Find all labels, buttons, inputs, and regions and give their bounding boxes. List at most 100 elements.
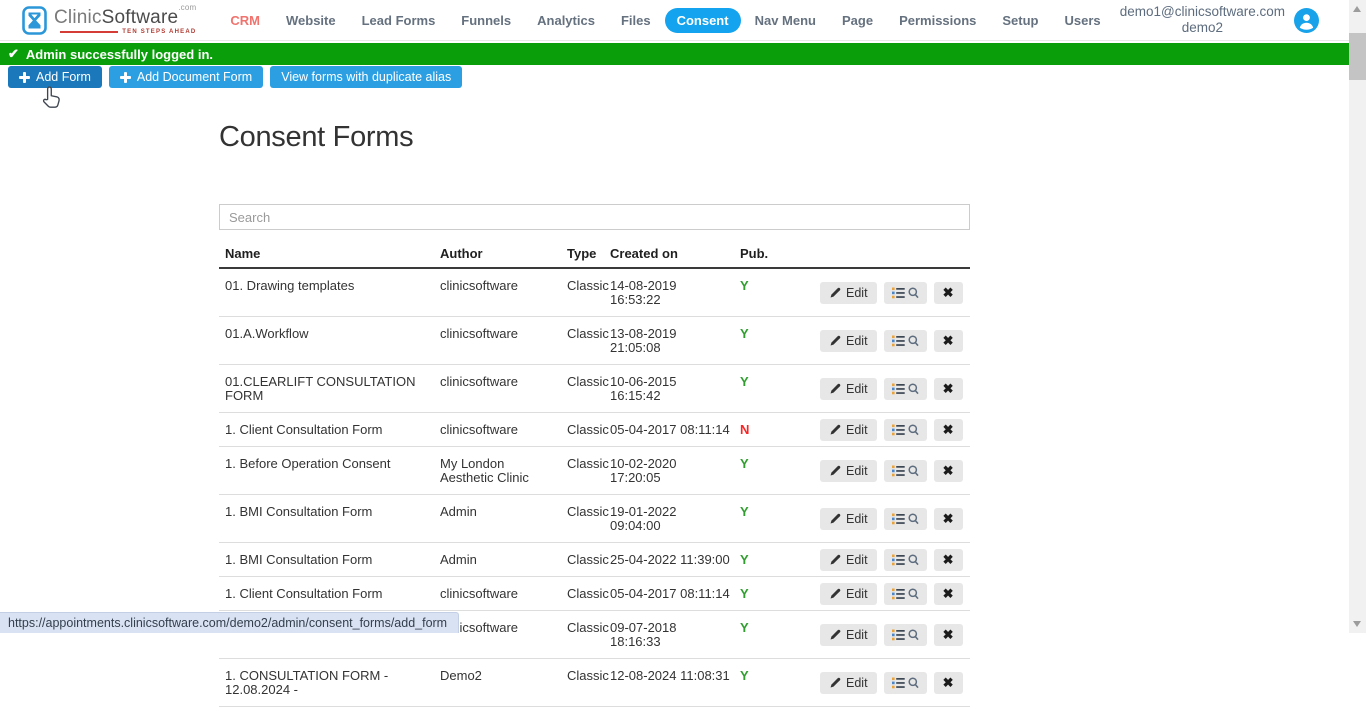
form-name: 1. BMI Consultation Form <box>219 495 434 542</box>
table-row: 1. BMI Consultation Form Admin Classic 2… <box>219 543 970 577</box>
list-search-button[interactable] <box>884 583 927 605</box>
edit-button[interactable]: Edit <box>820 330 877 352</box>
edit-button[interactable]: Edit <box>820 508 877 530</box>
scrollbar-thumb[interactable] <box>1349 33 1366 80</box>
statusbar-url: https://appointments.clinicsoftware.com/… <box>8 616 447 630</box>
nav-item-nav-menu[interactable]: Nav Menu <box>743 8 828 33</box>
magnifier-icon <box>908 465 919 477</box>
link-preview-statusbar: https://appointments.clinicsoftware.com/… <box>0 612 459 633</box>
view-duplicate-alias-button[interactable]: View forms with duplicate alias <box>270 66 462 88</box>
delete-button[interactable]: ✖ <box>934 419 963 441</box>
list-icon <box>892 588 905 600</box>
form-published-flag: Y <box>734 365 820 412</box>
row-actions: Edit ✖ <box>820 495 971 542</box>
delete-button[interactable]: ✖ <box>934 508 963 530</box>
magnifier-icon <box>908 383 919 395</box>
scroll-down-arrow-icon[interactable] <box>1353 621 1361 627</box>
edit-button[interactable]: Edit <box>820 624 877 646</box>
add-document-form-button[interactable]: Add Document Form <box>109 66 263 88</box>
form-type: Classic <box>561 543 604 576</box>
column-header-name: Name <box>219 240 434 267</box>
close-icon: ✖ <box>943 422 954 438</box>
top-navbar: ClinicSoftware.com TEN STEPS AHEAD CRM W… <box>0 0 1349 41</box>
nav-item-crm[interactable]: CRM <box>218 8 272 33</box>
form-type: Classic <box>561 611 604 658</box>
pencil-icon <box>829 554 841 566</box>
nav-item-lead-forms[interactable]: Lead Forms <box>350 8 448 33</box>
nav-item-page[interactable]: Page <box>830 8 885 33</box>
nav-item-setup[interactable]: Setup <box>990 8 1050 33</box>
edit-button[interactable]: Edit <box>820 282 877 304</box>
delete-button[interactable]: ✖ <box>934 672 963 694</box>
list-search-button[interactable] <box>884 624 927 646</box>
nav-item-website[interactable]: Website <box>274 8 348 33</box>
form-published-flag: N <box>734 413 820 446</box>
edit-button[interactable]: Edit <box>820 378 877 400</box>
form-type: Classic <box>561 365 604 412</box>
delete-button[interactable]: ✖ <box>934 583 963 605</box>
list-search-button[interactable] <box>884 460 927 482</box>
edit-button[interactable]: Edit <box>820 419 877 441</box>
edit-button[interactable]: Edit <box>820 460 877 482</box>
delete-button[interactable]: ✖ <box>934 282 963 304</box>
toolbar: Add Form Add Document Form View forms wi… <box>0 66 1366 88</box>
form-published-flag: Y <box>734 577 820 610</box>
nav-item-analytics[interactable]: Analytics <box>525 8 607 33</box>
add-form-button[interactable]: Add Form <box>8 66 102 88</box>
list-search-button[interactable] <box>884 508 927 530</box>
form-type: Classic <box>561 447 604 494</box>
delete-button[interactable]: ✖ <box>934 549 963 571</box>
edit-button[interactable]: Edit <box>820 672 877 694</box>
pencil-icon <box>829 513 841 525</box>
pencil-icon <box>829 677 841 689</box>
nav-item-files[interactable]: Files <box>609 8 663 33</box>
list-search-button[interactable] <box>884 282 927 304</box>
magnifier-icon <box>908 629 919 641</box>
edit-button[interactable]: Edit <box>820 583 877 605</box>
form-published-flag: Y <box>734 317 820 364</box>
form-type: Classic <box>561 317 604 364</box>
list-search-button[interactable] <box>884 672 927 694</box>
edit-button[interactable]: Edit <box>820 549 877 571</box>
nav-item-permissions[interactable]: Permissions <box>887 8 988 33</box>
close-icon: ✖ <box>943 333 954 349</box>
form-type: Classic <box>561 577 604 610</box>
table-row: 1. Client Consultation Form clinicsoftwa… <box>219 577 970 611</box>
close-icon: ✖ <box>943 285 954 301</box>
close-icon: ✖ <box>943 675 954 691</box>
vertical-scrollbar[interactable] <box>1349 0 1366 633</box>
delete-button[interactable]: ✖ <box>934 378 963 400</box>
table-body: 01. Drawing templates clinicsoftware Cla… <box>219 269 970 707</box>
row-actions: Edit ✖ <box>820 659 971 706</box>
form-published-flag: Y <box>734 543 820 576</box>
scroll-up-arrow-icon[interactable] <box>1353 6 1361 12</box>
delete-button[interactable]: ✖ <box>934 330 963 352</box>
list-search-button[interactable] <box>884 549 927 571</box>
plus-icon <box>120 72 131 83</box>
search-input[interactable] <box>219 204 970 230</box>
user-avatar-icon[interactable] <box>1294 8 1319 33</box>
list-search-button[interactable] <box>884 378 927 400</box>
nav-item-funnels[interactable]: Funnels <box>449 8 523 33</box>
delete-button[interactable]: ✖ <box>934 460 963 482</box>
pencil-icon <box>829 287 841 299</box>
form-created-on: 10-06-2015 16:15:42 <box>604 365 734 412</box>
row-actions: Edit ✖ <box>820 317 971 364</box>
delete-button[interactable]: ✖ <box>934 624 963 646</box>
nav-item-users[interactable]: Users <box>1053 8 1113 33</box>
hand-cursor-icon <box>39 84 62 111</box>
list-icon <box>892 335 905 347</box>
brand-logo[interactable]: ClinicSoftware.com TEN STEPS AHEAD <box>22 5 196 35</box>
pencil-icon <box>829 465 841 477</box>
form-created-on: 09-07-2018 18:16:33 <box>604 611 734 658</box>
form-name: 1. BMI Consultation Form <box>219 543 434 576</box>
form-name: 1. Client Consultation Form <box>219 413 434 446</box>
form-author: clinicsoftware <box>434 317 561 364</box>
nav-item-consent[interactable]: Consent <box>665 8 741 33</box>
list-search-button[interactable] <box>884 419 927 441</box>
list-search-button[interactable] <box>884 330 927 352</box>
list-icon <box>892 629 905 641</box>
user-account: demo2 <box>1182 20 1223 36</box>
magnifier-icon <box>908 335 919 347</box>
form-created-on: 19-01-2022 09:04:00 <box>604 495 734 542</box>
